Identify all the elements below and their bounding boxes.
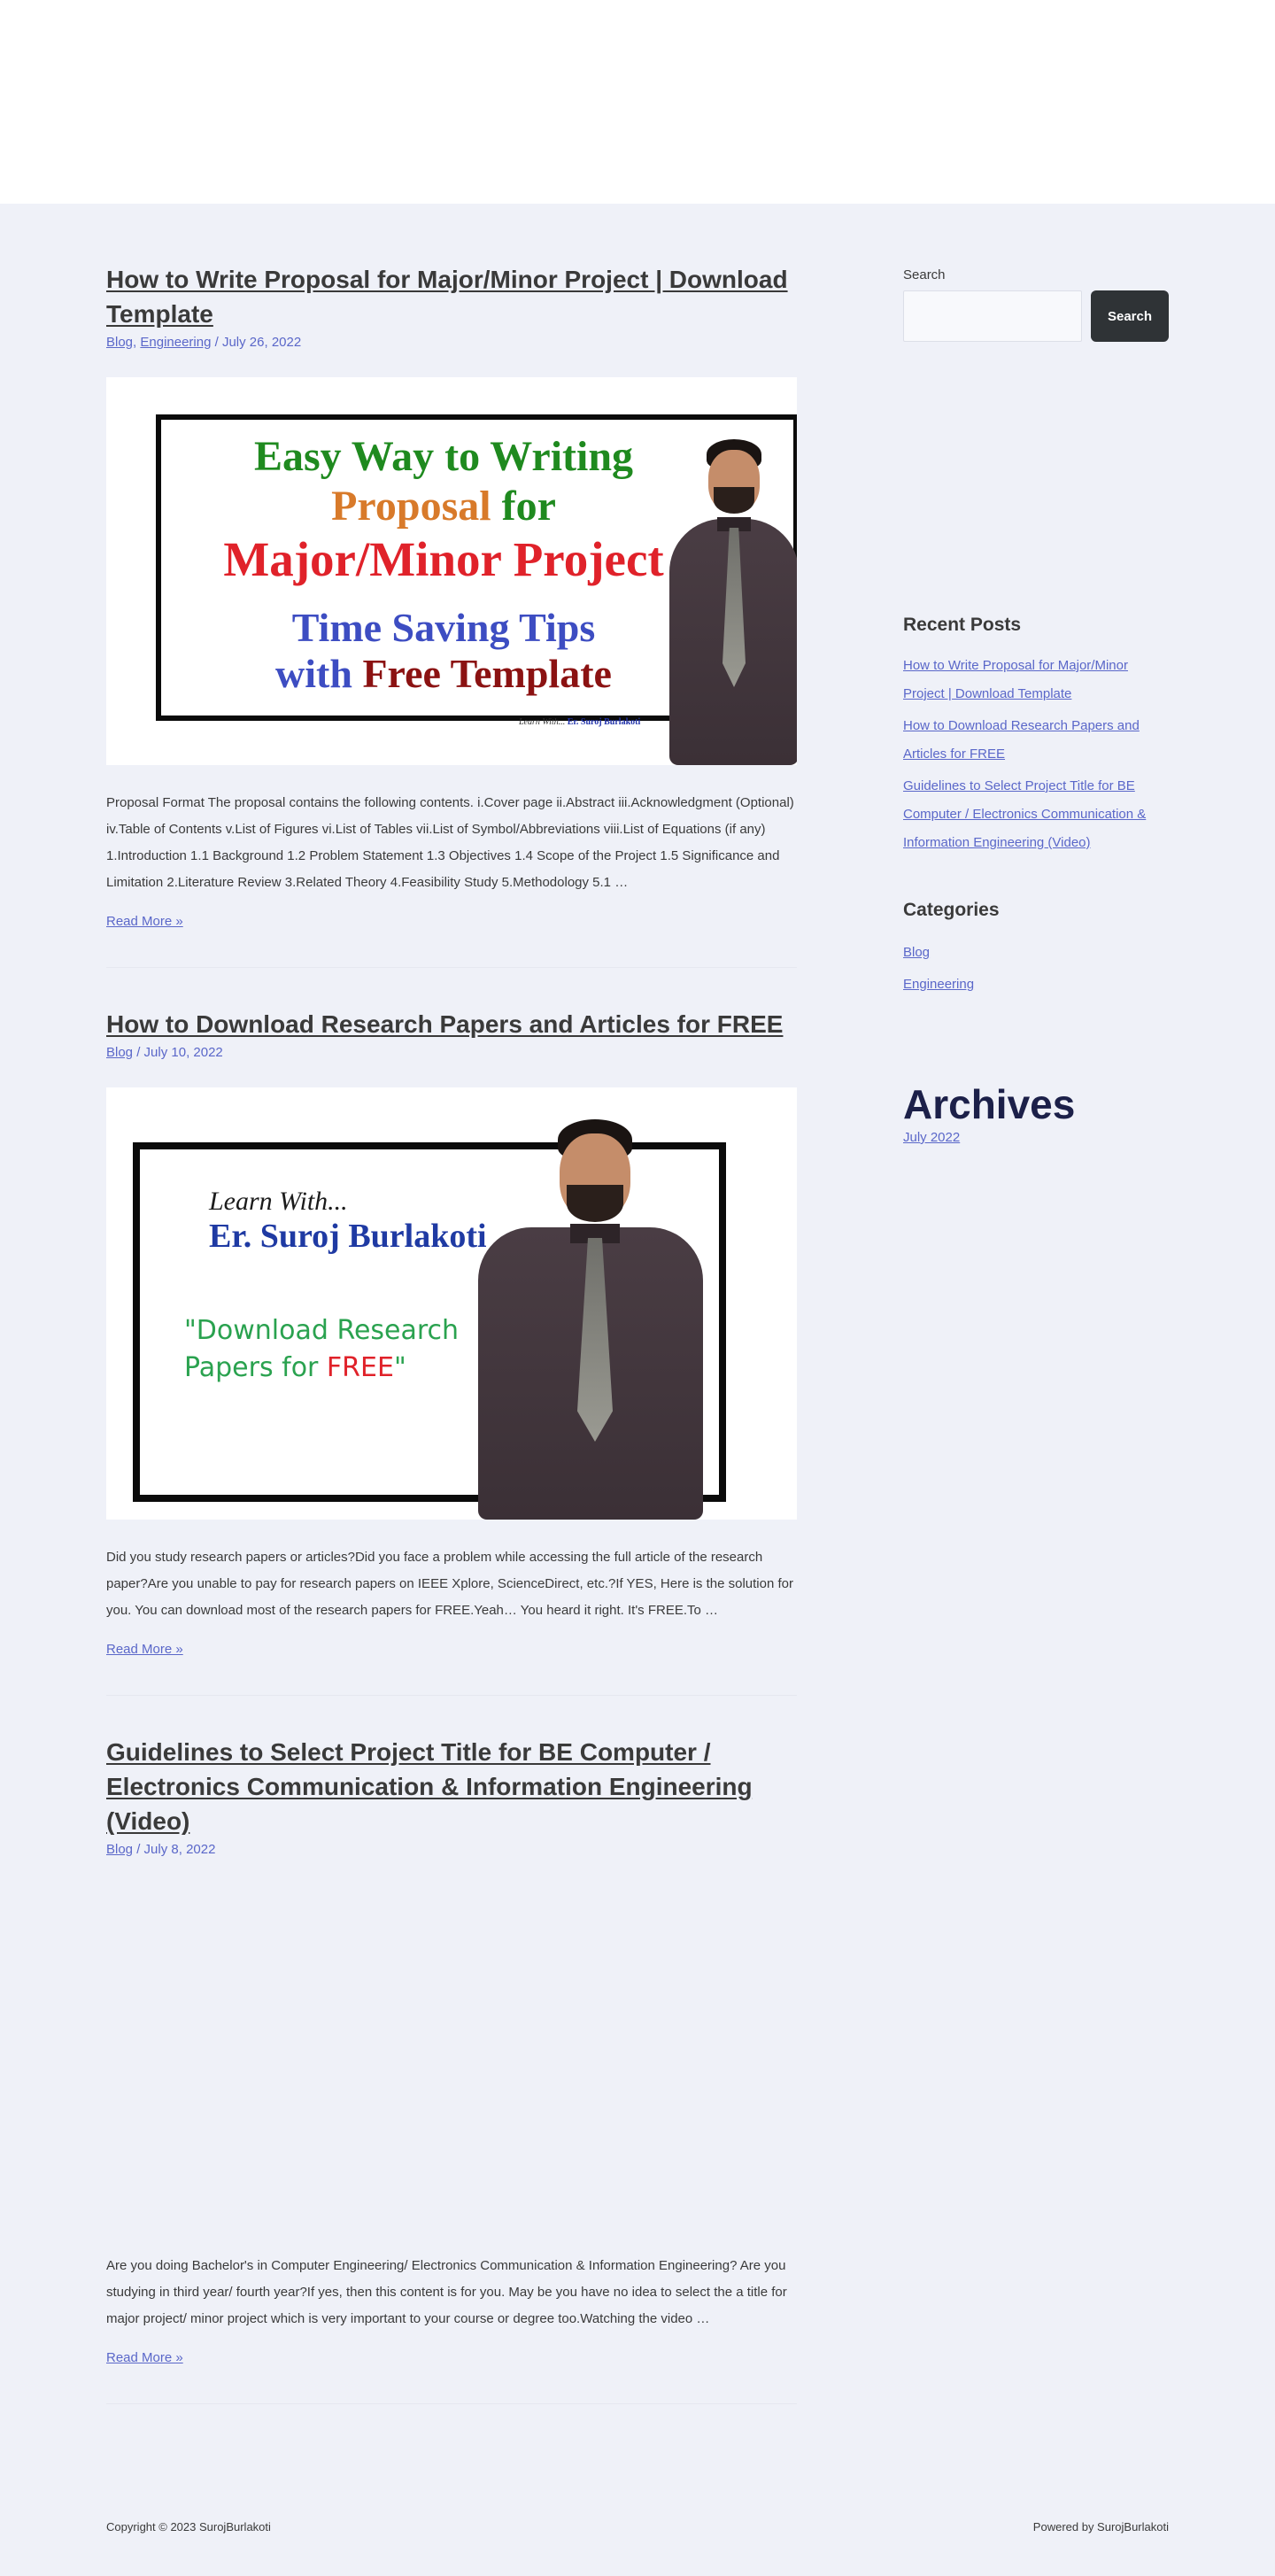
read-more-link[interactable]: Read More » (106, 1642, 183, 1657)
recent-post-item: How to Download Research Papers and Arti… (903, 712, 1169, 769)
categories-list: Blog Engineering (903, 937, 1169, 1001)
post-excerpt: Did you study research papers or article… (106, 1550, 793, 1618)
thumbnail-quote: "Download Research Papers for FREE" (184, 1315, 460, 1383)
search-widget: Search Search (903, 262, 1169, 342)
read-more-link[interactable]: Read More » (106, 914, 183, 929)
post-meta: Blog, Engineering / July 26, 2022 (106, 333, 797, 352)
post-meta: Blog / July 10, 2022 (106, 1043, 797, 1063)
thumbnail-line: Easy Way to Writing (253, 433, 634, 480)
meta-separator: / (133, 1045, 144, 1060)
category-link-engineering[interactable]: Engineering (903, 977, 974, 992)
post-title-link[interactable]: How to Write Proposal for Major/Minor Pr… (106, 266, 788, 328)
category-link-blog[interactable]: Blog (106, 335, 133, 350)
post-title-link[interactable]: How to Download Research Papers and Arti… (106, 1010, 783, 1038)
thumbnail-author-name: Er. Suroj Burlakoti (209, 1218, 487, 1255)
categories-title: Categories (903, 900, 1000, 920)
thumbnail-word: with (275, 651, 363, 696)
recent-post-link[interactable]: How to Write Proposal for Major/Minor Pr… (903, 658, 1128, 701)
post-date: July 26, 2022 (221, 335, 302, 350)
category-link-engineering[interactable]: Engineering (140, 335, 211, 350)
post-title: How to Write Proposal for Major/Minor Pr… (106, 262, 797, 331)
post-excerpt: Proposal Format The proposal contains th… (106, 795, 794, 890)
category-link-blog[interactable]: Blog (106, 1045, 133, 1060)
categories-widget: Categories Blog Engineering (903, 900, 1169, 1001)
author-photo (469, 1119, 708, 1520)
category-link-blog[interactable]: Blog (106, 1842, 133, 1857)
post-card: How to Write Proposal for Major/Minor Pr… (106, 262, 797, 968)
site-footer: Copyright © 2023 SurojBurlakoti Powered … (106, 2520, 1169, 2533)
thumbnail-signature: Learn With... Er. Suroj Burlakoti (519, 717, 641, 727)
recent-post-link[interactable]: How to Download Research Papers and Arti… (903, 718, 1140, 762)
recent-posts-widget: Recent Posts How to Write Proposal for M… (903, 615, 1169, 857)
post-date: July 8, 2022 (143, 1842, 216, 1857)
recent-post-item: How to Write Proposal for Major/Minor Pr… (903, 652, 1169, 708)
powered-by-text: Powered by SurojBurlakoti (1032, 2520, 1169, 2533)
read-more-link[interactable]: Read More » (106, 2350, 183, 2365)
post-thumbnail[interactable]: Easy Way to Writing Proposal for Major/M… (106, 377, 797, 765)
meta-separator: / (133, 1842, 144, 1857)
archives-widget: Archives July 2022 (903, 1082, 1169, 1149)
site-header (0, 0, 1275, 204)
category-link-blog[interactable]: Blog (903, 945, 930, 960)
thumbnail-learn-text: Learn With... (209, 1187, 348, 1216)
thumbnail-word: Free Template (362, 651, 612, 696)
thumbnail-line: Major/Minor Project (223, 532, 664, 586)
recent-post-link[interactable]: Guidelines to Select Project Title for B… (903, 778, 1146, 850)
post-date: July 10, 2022 (143, 1045, 223, 1060)
archives-title: Archives (903, 1081, 1076, 1127)
thumbnail-line: with Free Template (156, 650, 731, 697)
post-card: Guidelines to Select Project Title for B… (106, 1735, 797, 2404)
sidebar: Search Search Recent Posts How to Write … (903, 262, 1169, 1149)
recent-post-item: Guidelines to Select Project Title for B… (903, 772, 1169, 857)
search-form: Search (903, 290, 1169, 342)
main-content: How to Write Proposal for Major/Minor Pr… (106, 262, 797, 2404)
post-excerpt: Are you doing Bachelor's in Computer Eng… (106, 2258, 787, 2326)
copyright-text: Copyright © 2023 SurojBurlakoti (106, 2520, 271, 2533)
thumbnail-word: for (491, 483, 556, 530)
search-button[interactable]: Search (1091, 290, 1169, 342)
thumbnail-word: Proposal (331, 483, 491, 530)
author-photo (666, 439, 797, 765)
post-title-link[interactable]: Guidelines to Select Project Title for B… (106, 1738, 753, 1835)
post-thumbnail[interactable]: Learn With... Er. Suroj Burlakoti "Downl… (106, 1087, 797, 1520)
post-meta: Blog / July 8, 2022 (106, 1840, 797, 1860)
recent-posts-list: How to Write Proposal for Major/Minor Pr… (903, 652, 1169, 857)
recent-posts-title: Recent Posts (903, 615, 1022, 635)
post-card: How to Download Research Papers and Arti… (106, 1007, 797, 1696)
video-embed-placeholder (106, 1860, 797, 2253)
search-label: Search (903, 267, 946, 282)
category-item: Blog (903, 937, 1169, 969)
post-title: Guidelines to Select Project Title for B… (106, 1735, 797, 1838)
thumbnail-line: Proposal for (156, 482, 731, 530)
category-item: Engineering (903, 969, 1169, 1001)
archive-link-july-2022[interactable]: July 2022 (903, 1130, 960, 1145)
search-input[interactable] (903, 290, 1082, 342)
post-title: How to Download Research Papers and Arti… (106, 1007, 797, 1041)
page: How to Write Proposal for Major/Minor Pr… (0, 0, 1275, 2576)
thumbnail-line: Time Saving Tips (291, 605, 596, 650)
meta-separator: / (211, 335, 222, 350)
